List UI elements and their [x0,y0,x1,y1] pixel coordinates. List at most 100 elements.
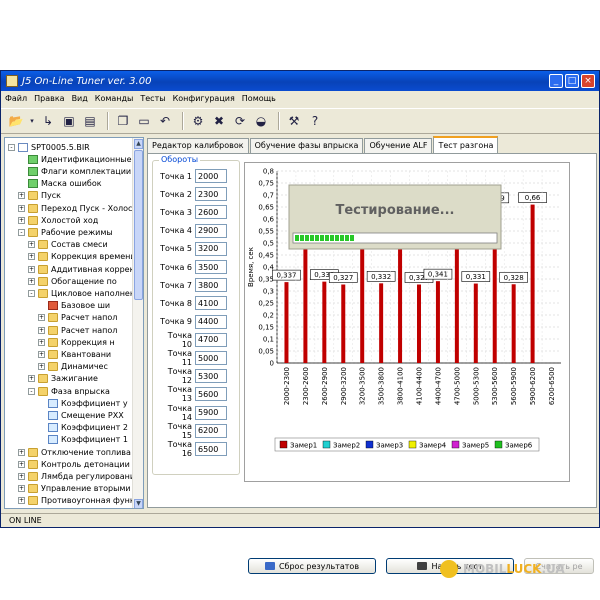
rpm-point-input[interactable] [195,369,227,384]
menu-help[interactable]: Помощь [242,94,276,103]
rpm-point-input[interactable] [195,405,227,420]
rpm-point-input[interactable] [195,332,227,347]
rpm-point-input[interactable] [195,278,227,293]
collapse-icon[interactable]: - [18,228,25,236]
expand-icon[interactable]: + [38,326,45,334]
tree-node[interactable]: Идентификационные [18,153,132,165]
tree-node[interactable]: + Управление вторыми [18,483,131,495]
tree-node[interactable]: + Холостой ход [18,214,98,226]
expand-icon[interactable]: + [38,363,45,371]
rpm-point-input[interactable] [195,387,227,402]
tree-node[interactable]: + Лямбда регулирование [18,470,133,482]
collapse-icon[interactable]: - [28,387,35,395]
tab-injection-phase[interactable]: Обучение фазы впрыска [249,138,364,153]
close-button[interactable]: × [581,74,595,88]
tree-node[interactable]: + Отключение топлива [18,446,131,458]
tree-scrollbar[interactable]: ▲ ▼ [132,138,143,508]
tree-node[interactable]: - Цикловое наполнение [28,287,133,299]
reset-results-button[interactable]: Сброс результатов [248,558,376,574]
expand-icon[interactable]: + [28,241,35,249]
expand-icon[interactable]: + [18,192,25,200]
rpm-point-input[interactable] [195,351,227,365]
tree-node[interactable]: Коэффициент у [38,397,128,409]
tree-node[interactable]: + Состав смеси [28,239,108,251]
menu-view[interactable]: Вид [72,94,88,103]
tree-node[interactable]: + Зажигание [28,373,98,385]
minimize-button[interactable]: _ [549,74,563,88]
tab-calibration-editor[interactable]: Редактор калибровок [147,138,249,153]
tree-node[interactable]: - Рабочие режимы [18,226,113,238]
copy-icon[interactable]: ❐ [114,112,132,130]
rpm-point-input[interactable] [195,205,227,220]
dropdown-arrow-icon[interactable]: ▾ [28,112,36,130]
menu-file[interactable]: Файл [5,94,27,103]
expand-icon[interactable]: + [18,472,25,480]
tree-node[interactable]: + Аддитивная коррекция [28,263,133,275]
tree-node[interactable]: Флаги комплектации [18,165,131,177]
expand-icon[interactable]: + [38,350,45,358]
disconnect-icon[interactable]: ✖ [210,112,228,130]
expand-icon[interactable]: + [18,485,25,493]
expand-icon[interactable]: + [38,338,45,346]
save-as-icon[interactable]: ↳ [39,112,57,130]
menu-edit[interactable]: Правка [34,94,64,103]
tree-node[interactable]: + Квантовани [38,348,111,360]
tree-node[interactable]: + Переход Пуск - Холостой ход [18,202,133,214]
tab-alf-learning[interactable]: Обучение ALF [364,138,433,153]
expand-icon[interactable]: + [28,265,35,273]
menu-commands[interactable]: Команды [95,94,134,103]
expand-icon[interactable]: + [38,314,45,322]
menu-tests[interactable]: Тесты [140,94,165,103]
open-icon[interactable]: 📂 [7,112,25,130]
expand-icon[interactable]: + [18,460,25,468]
rpm-point-input[interactable] [195,169,227,183]
scroll-down-icon[interactable]: ▼ [134,499,143,508]
tools-icon[interactable]: ⚒ [285,112,303,130]
paste-icon[interactable]: ▭ [135,112,153,130]
tree-node[interactable]: Коэффициент 1 [38,434,128,446]
tree-node[interactable]: + Расчет напол [38,312,117,324]
save-all-icon[interactable]: ▤ [81,112,99,130]
expand-icon[interactable]: + [18,448,25,456]
rpm-point-input[interactable] [195,223,227,238]
rpm-point-input[interactable] [195,241,227,256]
rpm-point-input[interactable] [195,442,227,456]
tree-node[interactable]: Коэффициент 2 [38,422,128,434]
tree-node[interactable]: + Расчет напол [38,324,117,336]
expand-icon[interactable]: + [28,375,35,383]
expand-icon[interactable]: + [28,253,35,261]
expand-icon[interactable]: + [18,497,25,505]
save-icon[interactable]: ▣ [60,112,78,130]
tree-node[interactable]: + Контроль детонации [18,458,130,470]
undo-icon[interactable]: ↶ [156,112,174,130]
rpm-point-input[interactable] [195,260,227,274]
rpm-point-input[interactable] [195,296,227,311]
title-bar[interactable]: J5 On-Line Tuner ver. 3.00 _ □ × [1,71,599,91]
car-icon[interactable]: ◒ [252,112,270,130]
collapse-icon[interactable]: - [8,143,15,151]
rpm-point-input[interactable] [195,314,227,329]
tree-node[interactable]: + Коррекция н [38,336,115,348]
help-icon[interactable]: ? [306,112,324,130]
rpm-point-input[interactable] [195,423,227,438]
expand-icon[interactable]: + [18,204,25,212]
maximize-button[interactable]: □ [565,74,579,88]
menu-config[interactable]: Конфигурация [173,94,235,103]
tree-node[interactable]: + Динамичес [38,361,108,373]
connect-icon[interactable]: ⚙ [189,112,207,130]
scroll-thumb[interactable] [134,150,143,300]
tree-node[interactable]: - Фаза впрыска [28,385,110,397]
collapse-icon[interactable]: - [28,289,35,297]
tree-node[interactable]: + Противоугонная функция [18,495,133,507]
tree-node[interactable]: Смещение РХХ [38,409,124,421]
tab-acceleration-test[interactable]: Тест разгона [433,136,499,153]
tree-node[interactable]: + Обогащение по [28,275,117,287]
tree-node[interactable]: - SPT0005.5.BIR [8,141,90,153]
refresh-icon[interactable]: ⟳ [231,112,249,130]
tree-node[interactable]: + Пуск [18,190,61,202]
calibration-tree[interactable]: - SPT0005.5.BIR Идентификационные Флаги ком… [4,137,144,509]
tree-node[interactable]: Маска ошибок [18,178,102,190]
tree-node[interactable]: Базовое ши [38,300,110,312]
rpm-point-input[interactable] [195,187,227,202]
expand-icon[interactable]: + [28,277,35,285]
